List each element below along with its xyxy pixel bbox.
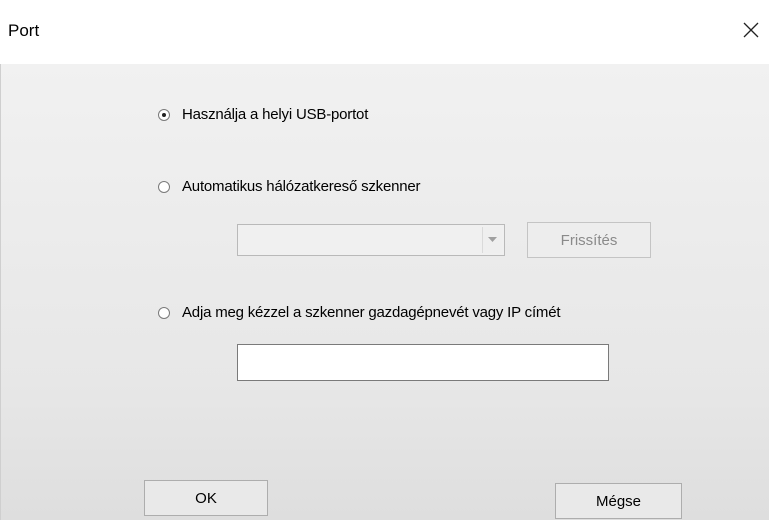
close-icon xyxy=(743,22,759,38)
host-ip-input[interactable] xyxy=(237,344,609,381)
close-button[interactable] xyxy=(738,17,764,43)
radio-option-usb[interactable]: Használja a helyi USB-portot xyxy=(158,106,368,123)
radio-network-button[interactable] xyxy=(158,180,170,193)
refresh-button-label: Frissítés xyxy=(560,231,618,249)
radio-manual-label: Adja meg kézzel a szkenner gazdagépnevét… xyxy=(182,304,561,321)
radio-manual-button[interactable] xyxy=(158,306,170,319)
chevron-down-icon xyxy=(488,237,497,242)
radio-usb-button[interactable] xyxy=(158,108,170,121)
radio-option-network[interactable]: Automatikus hálózatkereső szkenner xyxy=(158,178,421,195)
ok-button-label: OK xyxy=(195,489,217,507)
cancel-button-label: Mégse xyxy=(595,492,642,510)
cancel-button[interactable]: Mégse xyxy=(555,483,682,519)
refresh-button[interactable]: Frissítés xyxy=(527,222,651,258)
dropdown-arrow-button[interactable] xyxy=(482,227,502,253)
radio-network-label: Automatikus hálózatkereső szkenner xyxy=(182,178,421,195)
title-bar: Port xyxy=(0,0,769,64)
ok-button[interactable]: OK xyxy=(144,480,268,516)
dialog-body xyxy=(0,64,769,520)
radio-usb-label: Használja a helyi USB-portot xyxy=(182,106,369,123)
scanner-select[interactable] xyxy=(237,224,505,256)
window-title: Port xyxy=(8,21,40,40)
radio-option-manual[interactable]: Adja meg kézzel a szkenner gazdagépnevét… xyxy=(158,304,561,321)
